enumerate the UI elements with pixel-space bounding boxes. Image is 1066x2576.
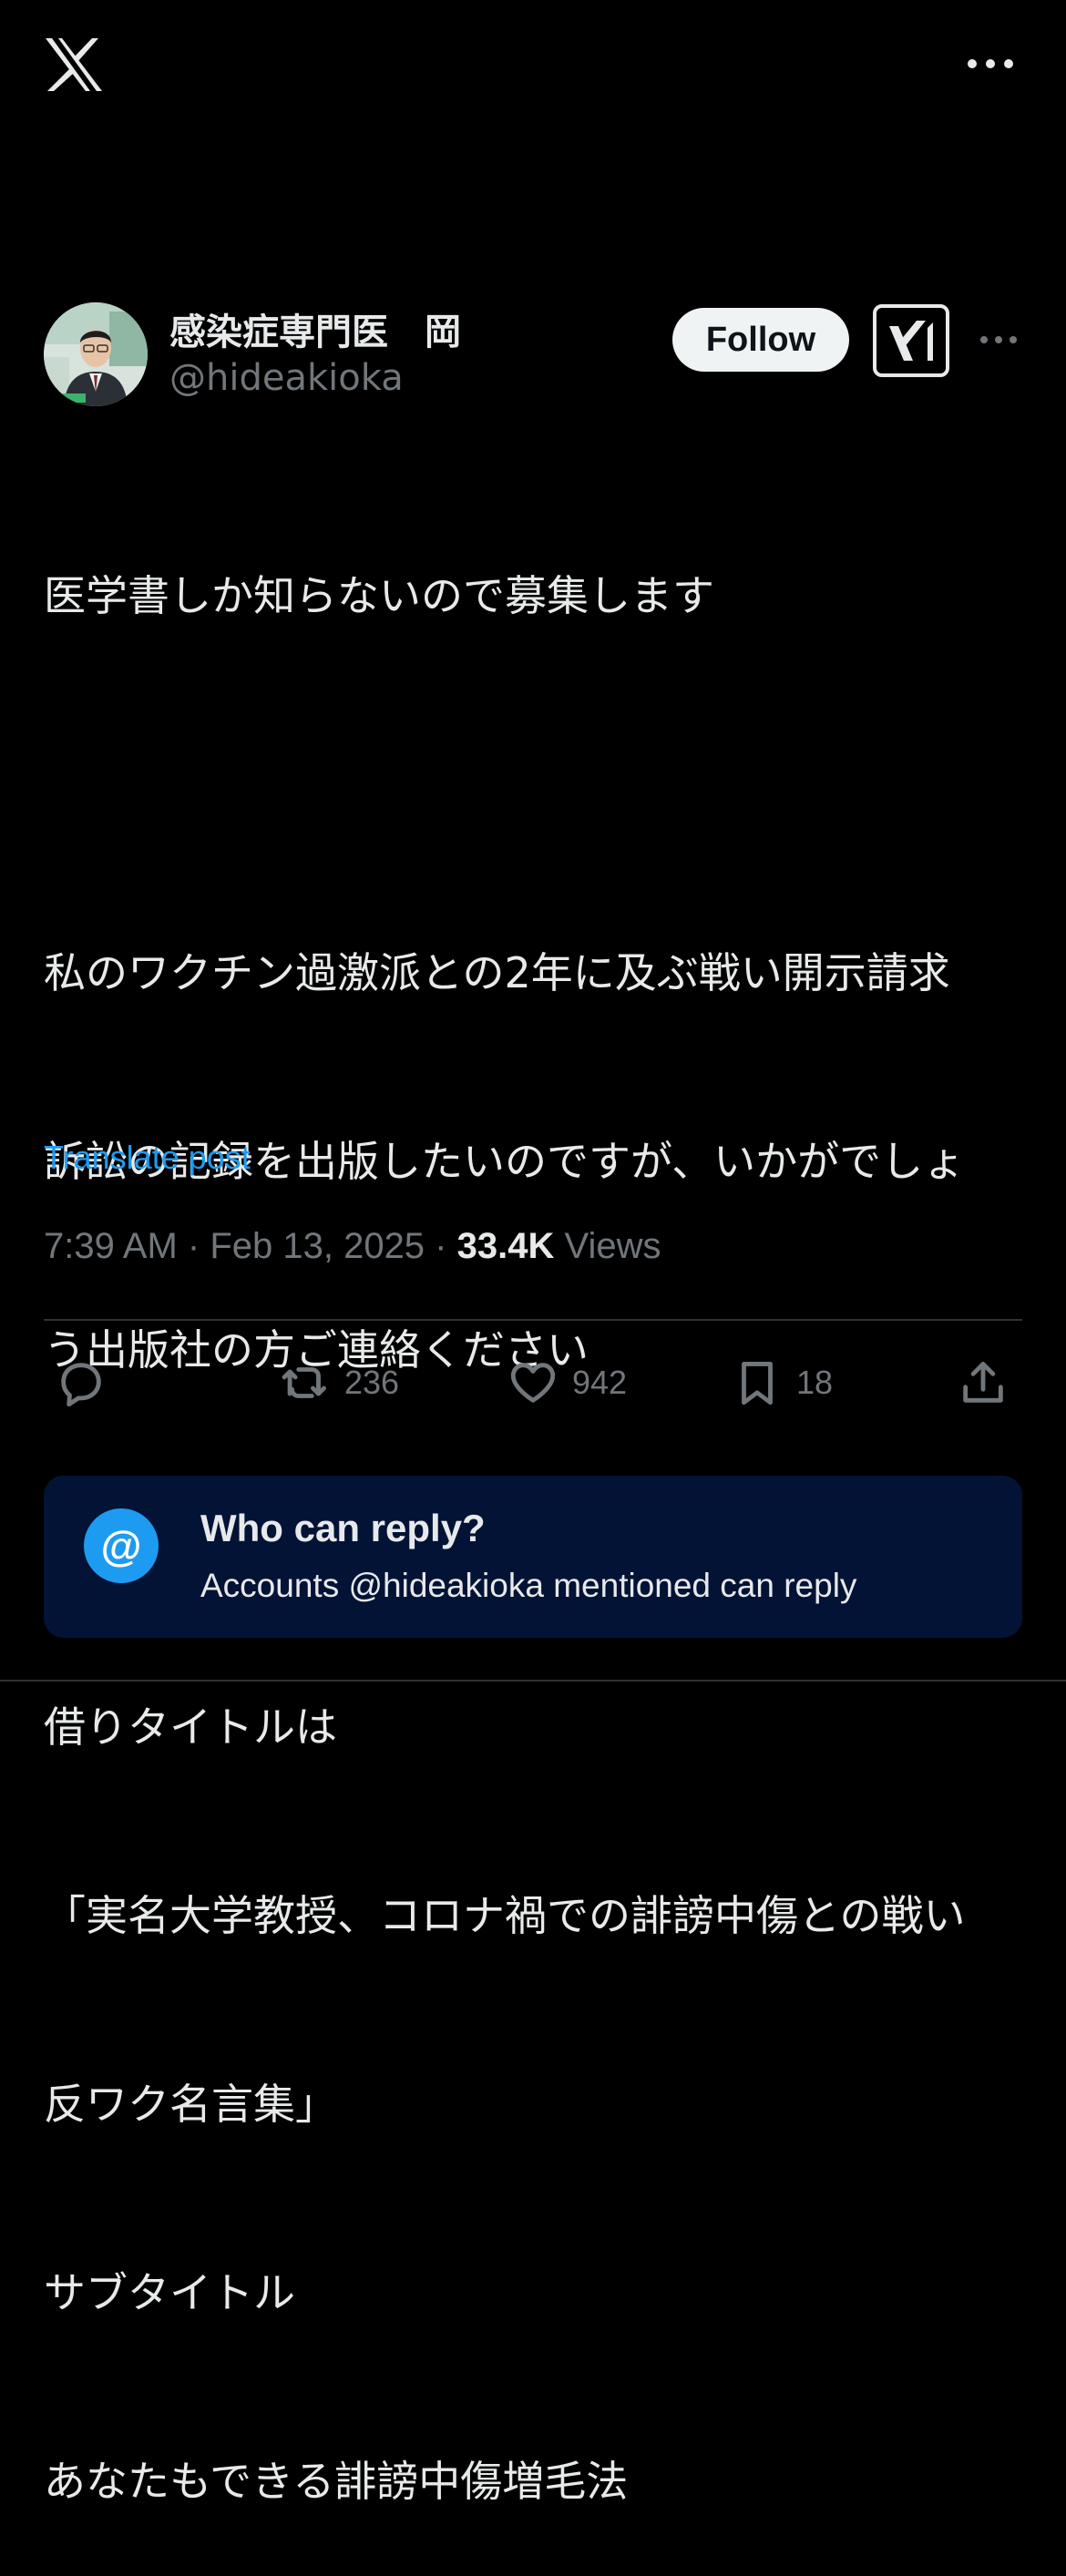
- retweet-icon: [282, 1367, 326, 1398]
- bookmark-button[interactable]: 18: [731, 1355, 833, 1410]
- reply-icon: [61, 1363, 101, 1407]
- author-handle[interactable]: @hideakioka: [169, 357, 404, 399]
- author-display-name[interactable]: 感染症専門医 岡: [169, 302, 461, 355]
- follow-button[interactable]: Follow: [672, 308, 849, 372]
- tweet-line: 医学書しか知らないので募集します: [44, 571, 714, 620]
- like-count: 942: [572, 1364, 628, 1401]
- tweet-line: 反ワク名言集」: [44, 2080, 337, 2129]
- like-button[interactable]: 942: [507, 1355, 627, 1410]
- at-mention-icon: @: [84, 1508, 159, 1583]
- retweet-count: 236: [344, 1364, 400, 1401]
- tweet-line: 私のワクチン過激派との2年に及ぶ戦い開示請求: [44, 948, 950, 997]
- retweet-button[interactable]: 236: [279, 1355, 399, 1410]
- divider: [44, 1319, 1022, 1321]
- tweet-line: [44, 753, 1022, 816]
- bookmark-count: 18: [796, 1364, 834, 1401]
- tweet-more-icon[interactable]: [980, 335, 1017, 344]
- who-can-reply-description: Accounts @hideakioka mentioned can reply: [200, 1567, 857, 1604]
- meta-separator: ·: [177, 1226, 210, 1266]
- more-options-icon[interactable]: [968, 55, 1013, 73]
- views-label: Views: [564, 1226, 661, 1266]
- tweet-line: あなたもできる誹謗中傷増毛法: [44, 2457, 629, 2506]
- who-can-reply-banner: @ Who can reply? Accounts @hideakioka me…: [44, 1476, 1022, 1638]
- reply-button[interactable]: [55, 1355, 108, 1410]
- translate-post-link[interactable]: Translate post: [44, 1139, 251, 1177]
- tweet-line: 「実名大学教授、コロナ禍での誹謗中傷との戦い: [44, 1891, 966, 1940]
- grok-icon[interactable]: [873, 304, 949, 377]
- views-count: 33.4K: [456, 1226, 555, 1266]
- bookmark-icon: [742, 1362, 773, 1406]
- avatar[interactable]: [44, 302, 148, 406]
- tweet-time[interactable]: 7:39 AM: [44, 1226, 178, 1266]
- who-can-reply-title: Who can reply?: [200, 1507, 486, 1549]
- divider: [0, 1680, 1066, 1682]
- share-button[interactable]: [957, 1355, 1010, 1410]
- share-icon: [963, 1362, 1003, 1403]
- tweet-date[interactable]: Feb 13, 2025: [210, 1226, 425, 1266]
- meta-separator: ·: [425, 1226, 457, 1266]
- tweet-line: 借りタイトルは: [44, 1702, 337, 1752]
- x-logo-icon[interactable]: [44, 36, 104, 93]
- heart-icon: [510, 1363, 556, 1403]
- tweet-meta: 7:39 AM · Feb 13, 2025 · 33.4K Views: [44, 1226, 661, 1267]
- tweet-line: サブタイトル: [44, 2268, 295, 2317]
